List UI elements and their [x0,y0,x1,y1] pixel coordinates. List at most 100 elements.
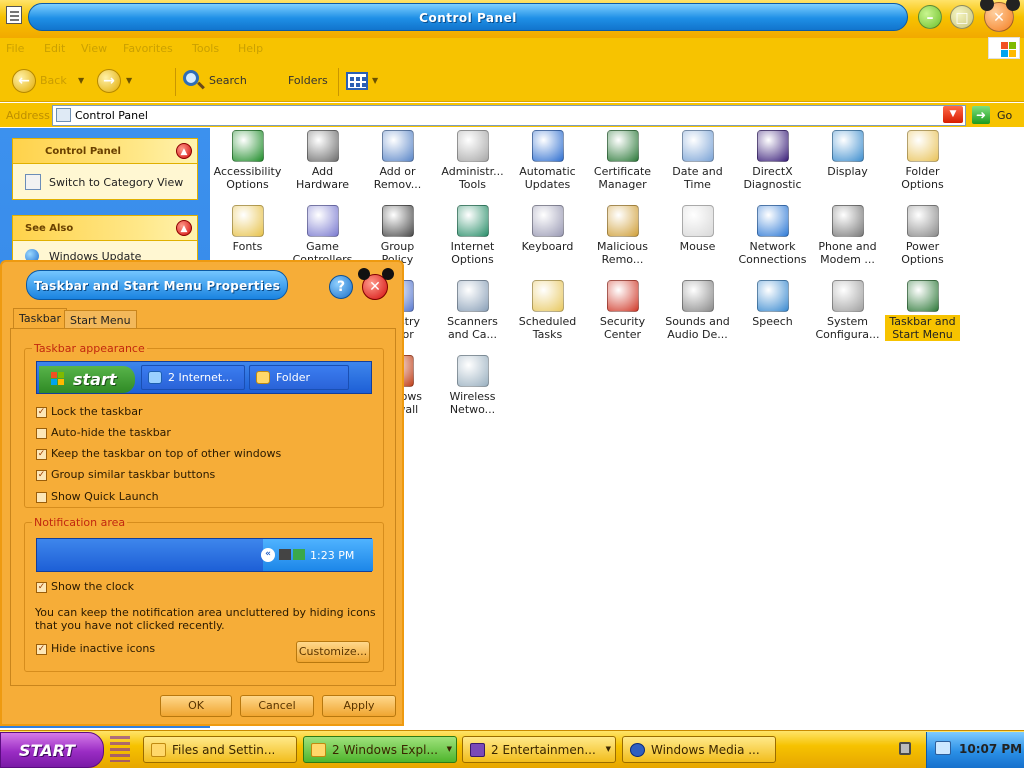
control-panel-item[interactable]: Sounds and Audio De... [660,280,735,341]
control-panel-box-header[interactable]: Control Panel ▲ [13,139,197,164]
go-arrow-icon[interactable]: ➜ [972,106,990,124]
control-panel-item[interactable]: Network Connections [735,205,810,266]
lock-icon[interactable] [899,742,911,755]
see-also-box-header[interactable]: See Also ▲ [13,216,197,241]
control-panel-item[interactable]: Add or Remov... [360,130,435,191]
tab-start-menu[interactable]: Start Menu [64,310,137,329]
forward-dropdown-icon[interactable]: ▼ [126,76,132,85]
keep-on-top-checkbox[interactable]: ✓ [36,449,47,460]
control-panel-item[interactable]: Group Policy [360,205,435,266]
search-button[interactable]: Search [209,74,247,87]
control-panel-item-label: Scheduled Tasks [518,315,577,341]
task-label: 2 Entertainmen... [491,743,596,757]
add-remove-programs-icon [381,130,414,162]
go-button[interactable]: Go [997,109,1012,122]
control-panel-item[interactable]: Administr... Tools [435,130,510,191]
control-panel-item-label: Malicious Remo... [597,240,648,266]
control-panel-item[interactable]: System Configura... [810,280,885,341]
control-panel-item[interactable]: Security Center [585,280,660,341]
control-panel-item[interactable]: Add Hardware [285,130,360,191]
address-value[interactable]: Control Panel [75,109,148,122]
control-panel-item[interactable]: Folder Options [885,130,960,191]
minimize-button[interactable]: – [918,5,942,29]
address-dropdown-icon[interactable]: ▼ [943,106,963,123]
control-panel-item[interactable]: Game Controllers [285,205,360,266]
control-panel-item[interactable]: DirectX Diagnostic [735,130,810,191]
control-panel-item[interactable]: Internet Options [435,205,510,266]
close-button[interactable]: ✕ [980,0,1020,32]
control-panel-item[interactable]: Automatic Updates [510,130,585,191]
task-windows-explorer[interactable]: 2 Windows Expl... ▼ [303,736,457,763]
files-transfer-icon [151,743,166,757]
quick-launch-checkbox[interactable] [36,492,47,503]
control-panel-item-label: Mouse [679,240,716,253]
cancel-button[interactable]: Cancel [240,695,314,717]
maximize-button[interactable]: □ [950,5,974,29]
views-icon[interactable] [346,72,368,90]
control-panel-item[interactable]: Display [810,130,885,178]
forward-icon[interactable]: → [97,69,121,93]
control-panel-item[interactable]: Phone and Modem ... [810,205,885,266]
lock-taskbar-checkbox[interactable]: ✓ [36,407,47,418]
hide-inactive-label: Hide inactive icons [51,642,156,655]
sounds-audio-icon [681,280,714,312]
folders-button[interactable]: Folders [288,74,328,87]
task-files-settings[interactable]: Files and Settin... [143,736,297,763]
control-panel-item[interactable]: Wireless Netwo... [435,355,510,416]
task-label: Windows Media ... [651,743,760,757]
show-clock-checkbox[interactable]: ✓ [36,582,47,593]
network-icon[interactable] [935,741,951,755]
control-panel-item[interactable]: Date and Time [660,130,735,191]
control-panel-item-label: Automatic Updates [519,165,576,191]
control-panel-window-icon[interactable] [6,6,22,24]
collapse-icon[interactable]: ▲ [176,220,192,236]
menu-file[interactable]: File [6,42,24,55]
back-dropdown-icon[interactable]: ▼ [78,76,84,85]
control-panel-item[interactable]: Speech [735,280,810,328]
control-panel-item[interactable]: Accessibility Options [210,130,285,191]
control-panel-item[interactable]: Taskbar and Start Menu [885,280,960,341]
menu-favorites[interactable]: Favorites [123,42,173,55]
group-buttons-checkbox[interactable]: ✓ [36,470,47,481]
apply-button[interactable]: Apply [322,695,396,717]
control-panel-item[interactable]: Fonts [210,205,285,253]
start-button[interactable]: START [0,732,104,768]
back-icon[interactable]: ← [12,69,36,93]
control-panel-item[interactable]: Certificate Manager [585,130,660,191]
quick-launch-label: Show Quick Launch [51,490,159,503]
category-view-icon [25,174,41,190]
hide-inactive-checkbox[interactable]: ✓ [36,644,47,655]
control-panel-item[interactable]: Malicious Remo... [585,205,660,266]
control-panel-item[interactable]: Scheduled Tasks [510,280,585,341]
menu-view[interactable]: View [81,42,107,55]
address-field[interactable]: Control Panel [52,105,966,126]
security-center-icon [606,280,639,312]
control-panel-item-label: Certificate Manager [593,165,652,191]
control-panel-item[interactable]: Scanners and Ca... [435,280,510,341]
dialog-close-button[interactable]: ✕ [358,268,394,300]
tab-taskbar[interactable]: Taskbar [13,308,67,329]
menu-edit[interactable]: Edit [44,42,65,55]
clock[interactable]: 10:07 PM [959,742,1022,756]
back-label[interactable]: Back [40,74,67,87]
switch-category-view-link[interactable]: Switch to Category View [49,176,183,189]
customize-button[interactable]: Customize... [296,641,370,663]
collapse-icon[interactable]: ▲ [176,143,192,159]
task-entertainment[interactable]: 2 Entertainmen... ▼ [462,736,616,763]
control-panel-item-label: Scanners and Ca... [447,315,498,341]
auto-hide-checkbox[interactable] [36,428,47,439]
task-windows-media[interactable]: Windows Media ... [622,736,776,763]
ok-button[interactable]: OK [160,695,232,717]
control-panel-item[interactable]: Mouse [660,205,735,253]
control-panel-item[interactable]: Keyboard [510,205,585,253]
control-panel-item[interactable]: Power Options [885,205,960,266]
help-button[interactable]: ? [329,275,353,299]
quick-launch-handle[interactable] [110,736,130,762]
menu-help[interactable]: Help [238,42,263,55]
control-panel-item-label: Taskbar and Start Menu [885,315,960,341]
tray-time: 1:23 PM [310,549,355,562]
views-dropdown-icon[interactable]: ▼ [372,76,378,85]
search-icon[interactable] [183,70,199,86]
windows-flag-icon [51,372,65,386]
menu-tools[interactable]: Tools [192,42,219,55]
